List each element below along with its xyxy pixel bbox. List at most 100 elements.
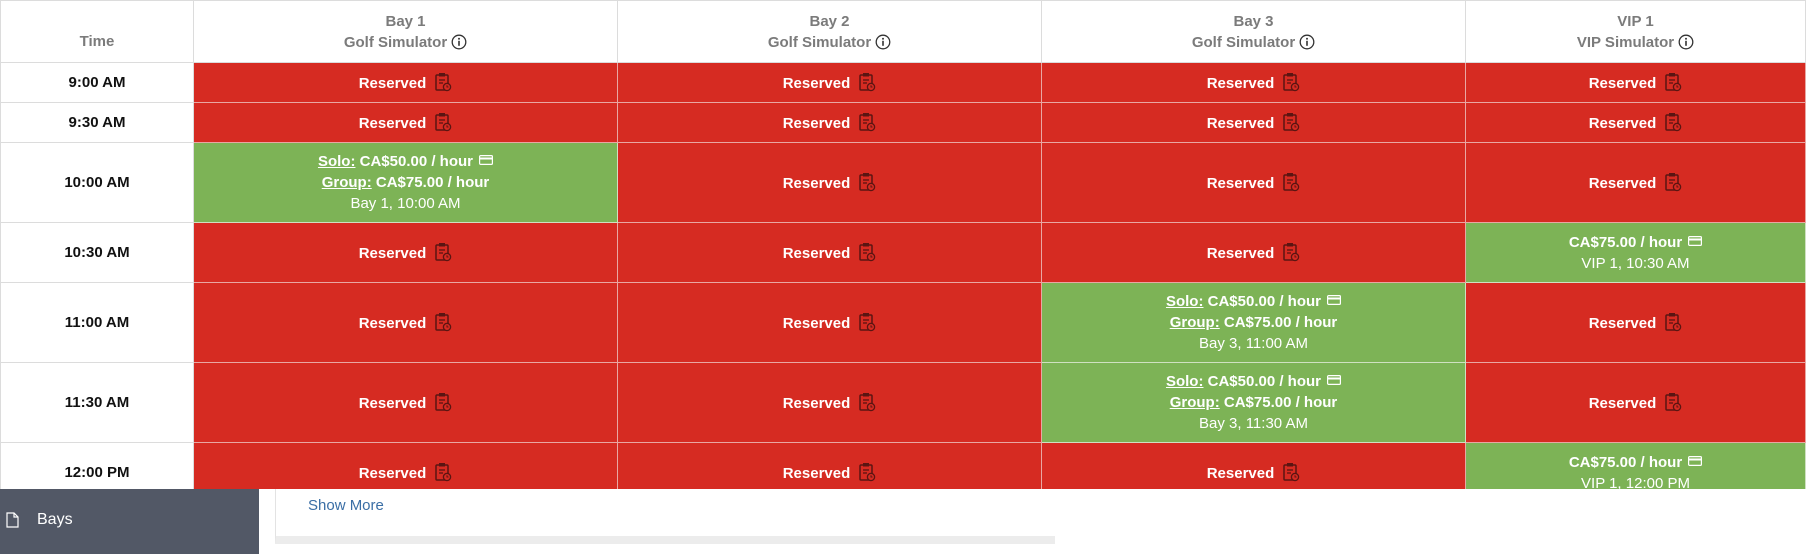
table-row: 9:30 AM Reserved Reserved Reserved Reser… <box>0 102 1806 143</box>
credit-card-icon <box>1688 456 1702 466</box>
credit-card-icon <box>1327 295 1341 305</box>
reserved-label: Reserved <box>782 244 851 262</box>
table-row: 10:00 AM Solo: CA$50.00 / hour Group: CA… <box>0 142 1806 223</box>
schedule-grid: Time Bay 1 Golf Simulator Bay 2 Golf Sim… <box>0 0 1806 489</box>
calendar-clock-icon <box>1282 172 1300 192</box>
info-icon[interactable] <box>1678 34 1694 50</box>
solo-label: Solo: <box>317 153 356 170</box>
calendar-clock-icon <box>1282 242 1300 262</box>
vip-price: CA$75.00 / hour <box>1568 233 1683 251</box>
available-slot[interactable]: Solo: CA$50.00 / hour Group: CA$75.00 / … <box>1041 362 1466 443</box>
reserved-label: Reserved <box>358 114 427 132</box>
reserved-label: Reserved <box>358 394 427 412</box>
calendar-clock-icon <box>858 312 876 332</box>
reserved-label: Reserved <box>358 74 427 92</box>
reserved-slot[interactable]: Reserved <box>1465 362 1806 443</box>
time-cell: 10:30 AM <box>0 222 194 283</box>
show-more-link[interactable]: Show More <box>308 497 384 514</box>
time-cell: 11:30 AM <box>0 362 194 443</box>
solo-price: CA$50.00 / hour <box>1207 293 1322 310</box>
calendar-clock-icon <box>434 462 452 482</box>
reserved-label: Reserved <box>782 464 851 482</box>
reserved-slot[interactable]: Reserved <box>1465 102 1806 143</box>
bay1-type: Golf Simulator <box>343 33 448 51</box>
reserved-slot[interactable]: Reserved <box>193 362 618 443</box>
reserved-slot[interactable]: Reserved <box>617 142 1042 223</box>
calendar-clock-icon <box>858 462 876 482</box>
time-cell: 9:00 AM <box>0 62 194 103</box>
reserved-slot[interactable]: Reserved <box>617 102 1042 143</box>
calendar-clock-icon <box>434 112 452 132</box>
bay3-column-header: Bay 3 Golf Simulator <box>1041 0 1466 63</box>
calendar-clock-icon <box>858 242 876 262</box>
reserved-label: Reserved <box>1206 74 1275 92</box>
bay2-column-header: Bay 2 Golf Simulator <box>617 0 1042 63</box>
sidebar-item-label: Bays <box>37 511 73 528</box>
calendar-clock-icon <box>434 72 452 92</box>
reserved-slot[interactable]: Reserved <box>1041 222 1466 283</box>
slot-description: VIP 1, 12:00 PM <box>1581 474 1690 490</box>
credit-card-icon <box>1327 375 1341 385</box>
reserved-slot[interactable]: Reserved <box>1041 442 1466 489</box>
reserved-label: Reserved <box>782 74 851 92</box>
reserved-slot[interactable]: Reserved <box>1465 142 1806 223</box>
reserved-slot[interactable]: Reserved <box>617 62 1042 103</box>
calendar-clock-icon <box>858 112 876 132</box>
reserved-label: Reserved <box>358 314 427 332</box>
calendar-clock-icon <box>858 172 876 192</box>
calendar-clock-icon <box>1664 392 1682 412</box>
calendar-clock-icon <box>1664 72 1682 92</box>
info-icon[interactable] <box>451 34 467 50</box>
credit-card-icon <box>479 155 493 165</box>
group-price: CA$75.00 / hour <box>1223 394 1338 411</box>
table-row: 10:30 AM Reserved Reserved Reserved CA$7… <box>0 222 1806 283</box>
reserved-slot[interactable]: Reserved <box>1465 282 1806 363</box>
reserved-slot[interactable]: Reserved <box>1465 62 1806 103</box>
slot-description: Bay 3, 11:30 AM <box>1199 415 1308 432</box>
reserved-slot[interactable]: Reserved <box>193 102 618 143</box>
vip1-name: VIP 1 <box>1617 12 1654 30</box>
reserved-label: Reserved <box>1588 114 1657 132</box>
available-slot[interactable]: Solo: CA$50.00 / hour Group: CA$75.00 / … <box>193 142 618 223</box>
calendar-clock-icon <box>434 242 452 262</box>
reserved-slot[interactable]: Reserved <box>193 282 618 363</box>
reserved-label: Reserved <box>782 394 851 412</box>
calendar-clock-icon <box>1282 112 1300 132</box>
group-label: Group: <box>1169 394 1220 411</box>
reserved-label: Reserved <box>1206 174 1275 192</box>
calendar-clock-icon <box>434 312 452 332</box>
bay1-column-header: Bay 1 Golf Simulator <box>193 0 618 63</box>
table-row: 9:00 AM Reserved Reserved Reserved Reser… <box>0 62 1806 103</box>
document-icon <box>6 512 19 528</box>
calendar-clock-icon <box>858 72 876 92</box>
reserved-label: Reserved <box>1206 244 1275 262</box>
schedule-table: Time Bay 1 Golf Simulator Bay 2 Golf Sim… <box>0 0 1806 489</box>
vip1-type: VIP Simulator <box>1576 33 1675 51</box>
reserved-slot[interactable]: Reserved <box>617 362 1042 443</box>
available-slot[interactable]: Solo: CA$50.00 / hour Group: CA$75.00 / … <box>1041 282 1466 363</box>
info-icon[interactable] <box>1299 34 1315 50</box>
table-row: 12:00 PM Reserved Reserved Reserved CA$7… <box>0 442 1806 490</box>
reserved-slot[interactable]: Reserved <box>1041 62 1466 103</box>
sidebar-item-bays[interactable]: Bays <box>6 511 73 529</box>
reserved-slot[interactable]: Reserved <box>193 442 618 489</box>
time-column-header: Time <box>0 0 194 63</box>
reserved-slot[interactable]: Reserved <box>617 222 1042 283</box>
reserved-slot[interactable]: Reserved <box>193 222 618 283</box>
reserved-slot[interactable]: Reserved <box>617 442 1042 489</box>
time-cell: 10:00 AM <box>0 142 194 223</box>
reserved-label: Reserved <box>1588 314 1657 332</box>
info-icon[interactable] <box>875 34 891 50</box>
reserved-slot[interactable]: Reserved <box>1041 142 1466 223</box>
reserved-slot[interactable]: Reserved <box>617 282 1042 363</box>
reserved-slot[interactable]: Reserved <box>193 62 618 103</box>
bay2-type: Golf Simulator <box>767 33 872 51</box>
available-slot[interactable]: CA$75.00 / hour VIP 1, 12:00 PM <box>1465 442 1806 490</box>
available-slot[interactable]: CA$75.00 / hour VIP 1, 10:30 AM <box>1465 222 1806 283</box>
reserved-slot[interactable]: Reserved <box>1041 102 1466 143</box>
reserved-label: Reserved <box>782 174 851 192</box>
solo-price: CA$50.00 / hour <box>1207 373 1322 390</box>
reserved-label: Reserved <box>1588 394 1657 412</box>
time-cell: 11:00 AM <box>0 282 194 363</box>
calendar-clock-icon <box>858 392 876 412</box>
